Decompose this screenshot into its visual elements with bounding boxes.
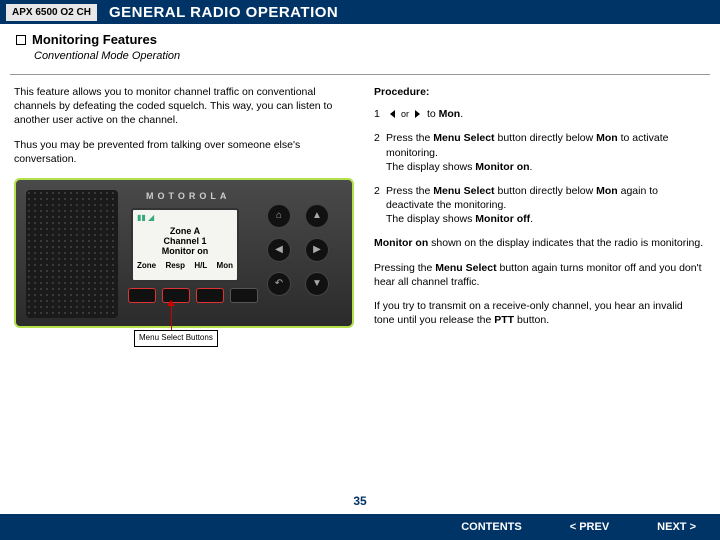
step-num-1: 1 (374, 107, 386, 121)
menu-btn-4 (230, 288, 258, 303)
bullet-icon (16, 35, 26, 45)
step-3: 2 Press the Menu Select button directly … (374, 184, 706, 227)
nav-left-right-icon: or (389, 108, 421, 120)
menu-btn-1 (128, 288, 156, 303)
or-label: or (401, 108, 409, 120)
callout-label: Menu Select Buttons (134, 330, 218, 347)
menu-btn-3 (196, 288, 224, 303)
back-icon: ↶ (267, 272, 291, 296)
radio-screen: ▮▮ ◢ Zone A Channel 1 Monitor on Zone Re… (131, 208, 239, 282)
footer-bar: CONTENTS < PREV NEXT > (0, 514, 720, 540)
intro-para-2: Thus you may be prevented from talking o… (14, 138, 356, 166)
softkey-hl: H/L (194, 261, 207, 272)
intro-para-1: This feature allows you to monitor chann… (14, 85, 356, 128)
note-monitor-off: Pressing the Menu Select button again tu… (374, 261, 706, 289)
nav-left-icon: ◀ (267, 238, 291, 262)
nav-right-icon: ▶ (305, 238, 329, 262)
page-title: GENERAL RADIO OPERATION (109, 4, 338, 21)
screen-zone: Zone A (137, 226, 233, 236)
contents-link[interactable]: CONTENTS (437, 521, 546, 533)
prev-link[interactable]: < PREV (546, 521, 633, 533)
screen-channel: Channel 1 (137, 236, 233, 246)
section-header: Monitoring Features Conventional Mode Op… (0, 24, 720, 66)
note-monitor-on: Monitor on shown on the display indicate… (374, 236, 706, 250)
step-2: 2 Press the Menu Select button directly … (374, 131, 706, 174)
screen-monitor: Monitor on (137, 246, 233, 256)
softkey-zone: Zone (137, 261, 156, 272)
next-link[interactable]: NEXT > (633, 521, 720, 533)
home-icon: ⌂ (267, 204, 291, 228)
top-bar: APX 6500 O2 CH GENERAL RADIO OPERATION (0, 0, 720, 24)
step-1-text: or to Mon. (386, 107, 706, 121)
brand-label: MOTOROLA (146, 190, 230, 202)
up-icon: ▲ (305, 204, 329, 228)
step-2-text: Press the Menu Select button directly be… (386, 131, 706, 174)
step-3-text: Press the Menu Select button directly be… (386, 184, 706, 227)
menu-select-buttons (128, 288, 258, 303)
section-subtitle: Conventional Mode Operation (34, 50, 704, 62)
note-ptt: If you try to transmit on a receive-only… (374, 299, 706, 327)
down-icon: ▼ (305, 272, 329, 296)
procedure-heading: Procedure: (374, 85, 706, 99)
page-number: 35 (353, 494, 366, 514)
step-num-2: 2 (374, 131, 386, 174)
speaker-grille (26, 190, 118, 318)
softkey-row: Zone Resp H/L Mon (137, 261, 233, 272)
step-num-3: 2 (374, 184, 386, 227)
softkey-resp: Resp (165, 261, 185, 272)
model-tag: APX 6500 O2 CH (6, 4, 97, 21)
screen-text: Zone A Channel 1 Monitor on (137, 226, 233, 257)
radio-graphic: MOTOROLA ▮▮ ◢ Zone A Channel 1 Monitor o… (14, 178, 354, 328)
section-title: Monitoring Features (32, 32, 157, 47)
nav-pad: ⌂ ▲ ◀ ▶ ↶ ▼ (256, 204, 340, 296)
right-column: Procedure: 1 or to Mon. 2 Press the Menu… (374, 85, 706, 337)
left-column: This feature allows you to monitor chann… (14, 85, 356, 337)
softkey-mon: Mon (217, 261, 233, 272)
step-1: 1 or to Mon. (374, 107, 706, 121)
screen-status-icons: ▮▮ ◢ (137, 213, 233, 224)
